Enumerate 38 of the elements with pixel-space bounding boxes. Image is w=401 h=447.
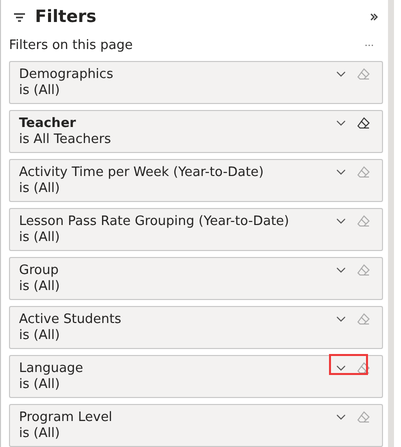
filter-condition: is (All): [19, 83, 61, 99]
chevron-down-icon[interactable]: [336, 71, 346, 77]
filter-name: Demographics: [19, 67, 114, 83]
filter-icon: [14, 12, 25, 22]
filter-name: Lesson Pass Rate Grouping (Year-to-Date): [19, 214, 290, 230]
pane-title: Filters: [35, 7, 96, 27]
filter-card[interactable]: Teacher is All Teachers: [9, 110, 383, 153]
section-label: Filters on this page: [9, 38, 133, 55]
more-options-button[interactable]: ...: [364, 38, 374, 55]
filter-card[interactable]: Group is (All): [9, 257, 383, 300]
filter-condition: is All Teachers: [19, 132, 111, 148]
filter-name: Group: [19, 263, 60, 279]
filter-card[interactable]: Active Students is (All): [9, 306, 383, 349]
filter-condition: is (All): [19, 426, 61, 442]
filter-condition: is (All): [19, 230, 61, 246]
eraser-icon[interactable]: [357, 117, 370, 129]
filter-card[interactable]: Language is (All): [9, 355, 383, 398]
filter-name: Program Level: [19, 410, 112, 426]
chevron-down-icon[interactable]: [336, 365, 346, 371]
filter-card[interactable]: Demographics is (All): [9, 61, 383, 104]
filter-condition: is (All): [19, 279, 60, 295]
collapse-icon[interactable]: [370, 13, 378, 21]
chevron-down-icon[interactable]: [336, 267, 346, 273]
filter-condition: is (All): [19, 328, 61, 344]
chevron-down-icon[interactable]: [336, 120, 346, 126]
filter-name: Activity Time per Week (Year-to-Date): [19, 165, 264, 181]
chevron-down-icon[interactable]: [336, 414, 346, 420]
filter-card[interactable]: Program Level is (All): [9, 404, 383, 447]
filter-condition: is (All): [19, 181, 61, 197]
filter-name: Teacher: [19, 116, 77, 132]
filter-name: Active Students: [19, 312, 122, 328]
filter-condition: is (All): [19, 377, 61, 393]
filter-card[interactable]: Lesson Pass Rate Grouping (Year-to-Date) is (All): [9, 208, 383, 251]
chevron-down-icon[interactable]: [336, 169, 346, 175]
filter-card[interactable]: Activity Time per Week (Year-to-Date) is (All): [9, 159, 383, 202]
filter-name: Language: [19, 361, 84, 377]
chevron-down-icon[interactable]: [336, 218, 346, 224]
chevron-down-icon[interactable]: [336, 316, 346, 322]
